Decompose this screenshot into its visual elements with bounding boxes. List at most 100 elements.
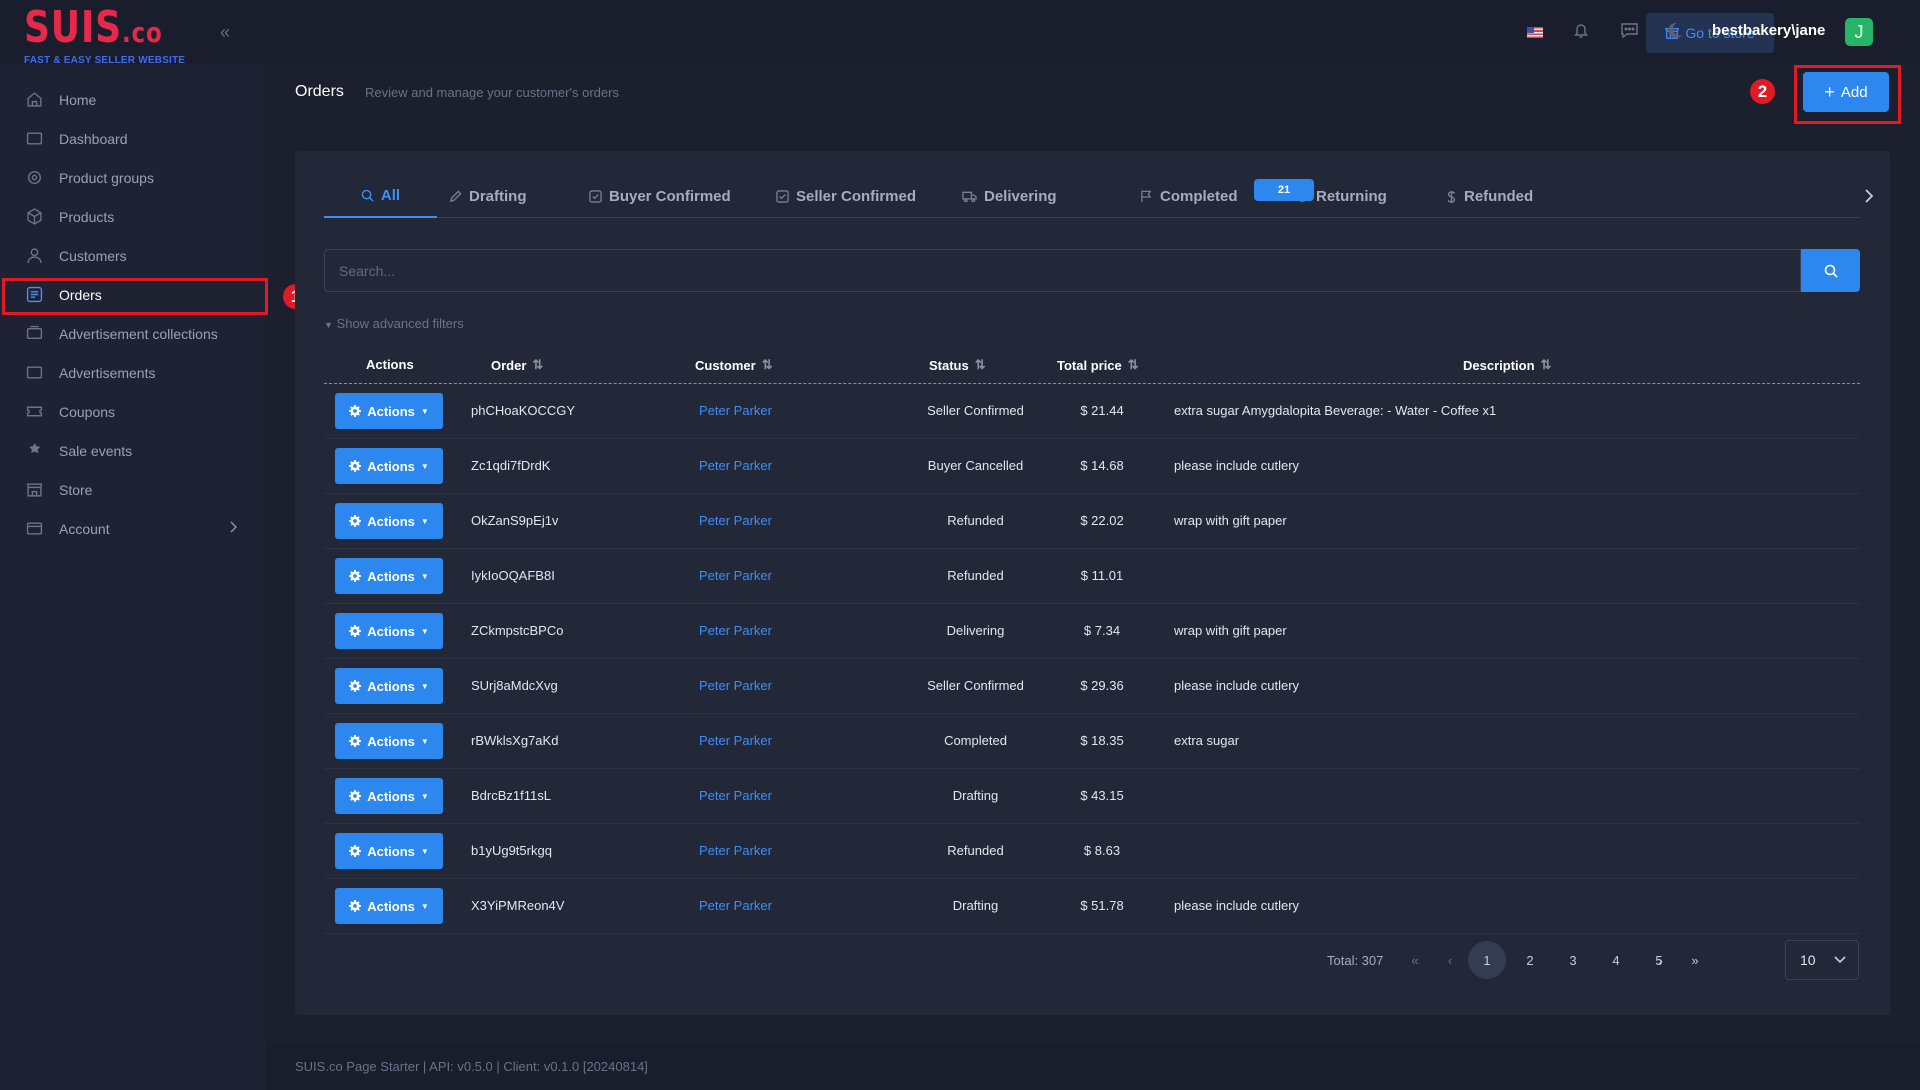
page-size-select[interactable]: 10 [1785,940,1859,980]
search-input[interactable] [324,249,1801,292]
sidebar-item-advertisement-collections[interactable]: Advertisement collections [0,314,265,353]
avatar[interactable]: J [1845,18,1873,46]
dashboard-icon [26,130,43,147]
show-advanced-filters-link[interactable]: ▼ Show advanced filters [324,316,464,331]
moon-icon[interactable] [1666,22,1683,39]
sort-icon[interactable]: ⇅ [1541,357,1552,373]
row-actions-button[interactable]: Actions ▼ [335,393,443,429]
caret-down-icon: ▼ [420,901,429,911]
last-page-icon[interactable]: » [1676,941,1714,979]
gear-icon [349,680,362,692]
order-code: SUrj8aMdcXvg [471,678,558,693]
delivering-count-badge: 21 [1254,179,1314,201]
tab-label: All [380,187,401,204]
sidebar-item-advertisements[interactable]: Advertisements [0,353,265,392]
chat-icon[interactable] [1621,23,1638,38]
customer-link[interactable]: Peter Parker [699,733,772,748]
customer-link[interactable]: Peter Parker [699,513,772,528]
tab-drafting[interactable]: Drafting [449,175,527,218]
sidebar-item-label: Dashboard [59,130,128,147]
actions-label: Actions [367,788,415,804]
sidebar: SUIS.co FAST & EASY SELLER WEBSITE « Hom… [0,0,265,1090]
row-actions-button[interactable]: Actions ▼ [335,668,443,704]
next-page-icon[interactable]: › [1641,941,1679,979]
sidebar-item-dashboard[interactable]: Dashboard [0,119,265,158]
user-name[interactable]: bestbakery\jane [1712,22,1825,39]
customer-link[interactable]: Peter Parker [699,898,772,913]
row-actions-button[interactable]: Actions ▼ [335,503,443,539]
sort-icon[interactable]: ⇅ [1128,357,1139,373]
order-status: Drafting [952,788,999,803]
tabs-next-chevron-icon[interactable] [1864,189,1874,203]
gear-icon [349,900,362,912]
customer-link[interactable]: Peter Parker [699,458,772,473]
footer-text: SUIS.co Page Starter | API: v0.5.0 | Cli… [295,1059,648,1074]
sort-icon[interactable]: ⇅ [762,357,773,373]
caret-down-icon: ▼ [420,516,429,526]
page-button-1[interactable]: 1 [1468,941,1506,979]
search-button[interactable] [1801,249,1860,292]
sidebar-item-coupons[interactable]: Coupons [0,392,265,431]
sidebar-item-store[interactable]: Store [0,470,265,509]
brand-logo[interactable]: SUIS.co FAST & EASY SELLER WEBSITE [24,6,193,67]
account-icon [26,520,43,537]
sidebar-item-label: Coupons [59,403,116,420]
collapse-sidebar-icon[interactable]: « [220,22,230,43]
table-row: Actions ▼ OkZanS9pEj1v Peter Parker Refunded… [324,494,1860,549]
sale-events-icon [26,442,43,459]
row-actions-button[interactable]: Actions ▼ [335,833,443,869]
page-button-3[interactable]: 3 [1554,941,1592,979]
advertisements-icon [26,364,43,381]
customer-link[interactable]: Peter Parker [699,623,772,638]
customer-link[interactable]: Peter Parker [699,678,772,693]
tab-delivering[interactable]: Delivering [962,175,1057,218]
gear-icon [349,515,362,527]
row-actions-button[interactable]: Actions ▼ [335,448,443,484]
row-actions-button[interactable]: Actions ▼ [335,558,443,594]
sidebar-item-account[interactable]: Account [0,509,265,548]
row-actions-button[interactable]: Actions ▼ [335,613,443,649]
customer-link[interactable]: Peter Parker [699,403,772,418]
customer-link[interactable]: Peter Parker [699,568,772,583]
bell-icon[interactable] [1574,23,1588,39]
row-actions-button[interactable]: Actions ▼ [335,888,443,924]
tab-buyer-confirmed[interactable]: Buyer Confirmed [589,175,731,218]
caret-down-icon: ▼ [420,791,429,801]
sidebar-item-home[interactable]: Home [0,80,265,119]
row-actions-button[interactable]: Actions ▼ [335,778,443,814]
column-label: Customer [695,357,756,373]
order-total: $ 14.68 [1080,458,1124,473]
sidebar-item-product-groups[interactable]: Product groups [0,158,265,197]
tab-all[interactable]: All [324,175,437,218]
tab-completed[interactable]: Completed [1140,175,1238,218]
order-code: b1yUg9t5rkgq [471,843,552,858]
caret-down-icon: ▼ [420,406,429,416]
prev-page-icon[interactable]: ‹ [1431,941,1469,979]
page-button-4[interactable]: 4 [1597,941,1635,979]
sidebar-item-label: Advertisements [59,364,156,381]
order-description: please include cutlery [1174,678,1300,693]
ad-collections-icon [26,325,43,342]
customer-link[interactable]: Peter Parker [699,843,772,858]
sort-icon[interactable]: ⇅ [975,357,986,373]
sort-icon[interactable]: ⇅ [532,357,543,373]
sidebar-item-customers[interactable]: Customers [0,236,265,275]
sidebar-item-products[interactable]: Products [0,197,265,236]
table-row: Actions ▼ X3YiPMReon4V Peter Parker Drafting… [324,879,1860,934]
total-count: Total: 307 [1327,953,1384,968]
sidebar-item-label: Account [59,520,110,537]
sidebar-item-sale-events[interactable]: Sale events [0,431,265,470]
order-status: Refunded [947,843,1004,858]
order-status: Seller Confirmed [927,403,1024,418]
first-page-icon[interactable]: « [1396,941,1434,979]
page-button-2[interactable]: 2 [1511,941,1549,979]
order-code: OkZanS9pEj1v [471,513,559,528]
page-subtitle: Review and manage your customer's orders [365,85,619,100]
row-actions-button[interactable]: Actions ▼ [335,723,443,759]
customer-link[interactable]: Peter Parker [699,788,772,803]
tab-refunded[interactable]: Refunded [1446,175,1533,218]
actions-label: Actions [367,678,415,694]
us-flag-icon[interactable] [1527,27,1543,38]
tab-seller-confirmed[interactable]: Seller Confirmed [776,175,916,218]
caret-down-icon: ▼ [420,626,429,636]
